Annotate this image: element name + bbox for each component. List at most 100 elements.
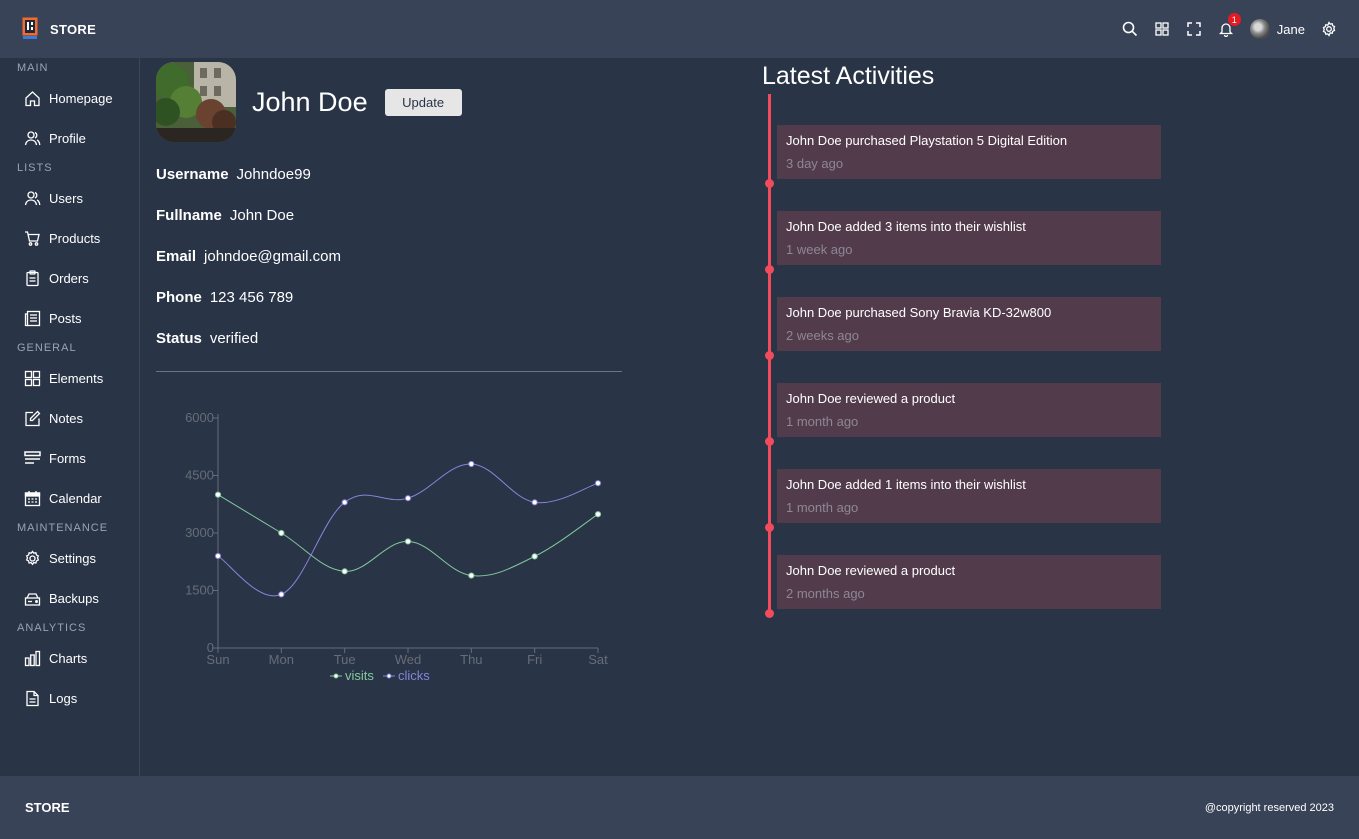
sidebar-item-users[interactable]: Users [0,178,139,218]
info-label: Username [156,166,229,183]
sidebar-item-label: Profile [49,130,86,146]
data-point-visits [468,572,475,579]
user-menu[interactable]: Jane [1249,19,1305,39]
activity-text: John Doe purchased Sony Bravia KD-32w800 [786,305,1052,320]
activity-item: John Doe reviewed a product 2 months ago [777,555,1161,609]
sidebar-item-homepage[interactable]: Homepage [0,78,139,118]
home-icon [25,90,40,106]
sidebar: MAIN Homepage Profile LISTS Users Produc… [0,58,140,776]
brand-logo[interactable]: STORE [22,17,96,41]
activities-title: Latest Activities [762,62,935,90]
activity-item: John Doe added 3 items into their wishli… [777,211,1161,265]
avatar [1249,19,1270,39]
data-point-visits [594,511,602,518]
x-tick-label: Tue [334,652,356,667]
sidebar-item-posts[interactable]: Posts [0,298,139,338]
update-button[interactable]: Update [384,88,462,116]
sidebar-item-orders[interactable]: Orders [0,258,139,298]
profile-name: John Doe [252,86,368,117]
sidebar-item-elements[interactable]: Elements [0,358,139,398]
divider [156,371,622,372]
series-line-clicks [217,463,599,597]
x-tick-label: Wed [395,652,422,667]
user-name: Jane [1276,21,1305,37]
sidebar-item-backups[interactable]: Backups [0,578,139,618]
info-username: Username Johndoe99 [156,166,311,183]
notification-badge: 1 [1227,13,1241,26]
activity-item: John Doe purchased Sony Bravia KD-32w800… [777,297,1161,351]
gear-icon[interactable] [1321,21,1337,37]
timeline-dot [765,179,774,188]
y-tick-label: 4500 [185,468,214,483]
activity-time: 2 months ago [786,586,865,601]
calendar-icon [24,490,41,506]
timeline-dot [765,437,774,446]
cart-icon [25,230,40,246]
sidebar-item-forms[interactable]: Forms [0,438,139,478]
legend-marker [386,673,392,679]
store-logo-icon [22,17,38,41]
data-point-visits [341,568,348,575]
sidebar-item-notes[interactable]: Notes [0,398,139,438]
activity-text: John Doe added 1 items into their wishli… [786,477,1026,492]
info-label: Email [156,248,197,265]
sidebar-item-label: Logs [49,690,78,706]
info-fullname: Fullname John Doe [156,207,294,224]
sidebar-section-lists: LISTS [17,162,53,174]
info-value: 123 456 789 [209,289,294,306]
timeline-dot [765,265,774,274]
series-line-visits [217,494,599,577]
info-label: Fullname [156,207,222,224]
sidebar-item-label: Elements [49,370,104,386]
brand-name: STORE [50,21,97,37]
activity-item: John Doe added 1 items into their wishli… [777,469,1161,523]
sidebar-item-products[interactable]: Products [0,218,139,258]
sidebar-item-label: Notes [49,410,83,426]
info-value: John Doe [229,207,295,224]
activity-item: John Doe reviewed a product 1 month ago [777,383,1161,437]
activity-text: John Doe purchased Playstation 5 Digital… [786,133,1068,148]
activities-panel: Latest Activities John Doe purchased Pla… [762,62,1162,618]
sidebar-item-label: Charts [49,650,88,666]
clipboard-icon [26,269,39,286]
sidebar-item-label: Forms [49,450,86,466]
activity-item: John Doe purchased Playstation 5 Digital… [777,125,1161,179]
info-value: Johndoe99 [236,166,311,183]
grid-icon [24,370,41,386]
sidebar-item-label: Products [49,230,101,246]
x-tick-label: Fri [527,652,542,667]
apps-grid-icon[interactable] [1154,21,1170,37]
profile-icon [24,130,41,145]
sidebar-item-calendar[interactable]: Calendar [0,478,139,518]
activity-time: 1 month ago [786,414,859,429]
activity-text: John Doe added 3 items into their wishli… [786,219,1026,234]
search-icon[interactable] [1122,21,1138,37]
x-tick-label: Thu [460,652,482,667]
sidebar-item-profile[interactable]: Profile [0,118,139,158]
info-value: verified [209,330,259,347]
sidebar-item-charts[interactable]: Charts [0,638,139,678]
info-email: Email johndoe@gmail.com [156,248,341,265]
timeline-dot [765,351,774,360]
footer-copyright: @copyright reserved 2023 [1204,801,1334,814]
legend-label: visits [345,668,374,683]
sidebar-section-maintenance: MAINTENANCE [17,522,109,534]
x-tick-label: Mon [269,652,294,667]
sidebar-item-label: Calendar [49,490,102,506]
timeline-dot [765,609,774,618]
info-phone: Phone 123 456 789 [156,289,293,306]
sidebar-item-label: Posts [49,310,82,326]
sidebar-item-logs[interactable]: Logs [0,678,139,718]
legend-marker [333,673,339,679]
notification-bell-icon[interactable]: 1 [1218,13,1241,37]
backup-icon [24,592,41,606]
data-point-clicks [341,499,348,506]
top-bar: STORE 1 Jane [0,0,1359,58]
profile-image [156,62,236,142]
fullscreen-icon[interactable] [1186,21,1202,37]
data-point-clicks [531,499,538,506]
sidebar-section-main: MAIN [17,62,49,74]
chart-icon [24,650,41,666]
sidebar-item-settings[interactable]: Settings [0,538,139,578]
footer: STORE @copyright reserved 2023 [0,776,1359,839]
